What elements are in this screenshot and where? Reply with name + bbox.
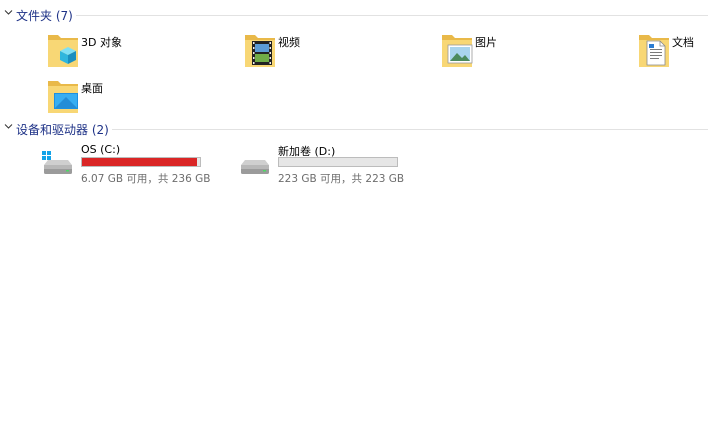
windows-drive-icon — [42, 151, 72, 174]
3d-objects-folder-icon — [48, 35, 78, 67]
drive-usage-bar — [81, 157, 201, 167]
hard-drive-icon — [241, 160, 269, 174]
drive-usage-fill — [82, 158, 197, 166]
group-divider — [76, 15, 708, 16]
drive-item-d[interactable]: 新加卷 (D:) 223 GB 可用，共 223 GB — [238, 143, 408, 187]
drive-free-space: 6.07 GB 可用，共 236 GB — [81, 173, 211, 185]
folder-item-3d-objects[interactable]: 3D 对象 — [46, 31, 196, 75]
drive-item-c[interactable]: OS (C:) 6.07 GB 可用，共 236 GB — [41, 143, 211, 187]
drive-free-space: 223 GB 可用，共 223 GB — [278, 173, 405, 185]
drives-group-header[interactable]: 设备和驱动器 (2) — [0, 120, 720, 138]
group-divider — [112, 129, 708, 130]
folder-label: 桌面 — [81, 82, 103, 95]
folder-label: 文档 — [672, 36, 694, 49]
folder-item-documents[interactable]: 文档 — [637, 31, 720, 75]
chevron-down-icon[interactable] — [4, 8, 13, 17]
folder-item-pictures[interactable]: 图片 — [440, 31, 590, 75]
drives-group-title: 设备和驱动器 (2) — [16, 123, 109, 137]
folder-label: 图片 — [475, 36, 497, 49]
folder-label: 视频 — [278, 36, 300, 49]
folder-item-desktop[interactable]: 桌面 — [46, 77, 196, 121]
pictures-folder-icon — [442, 35, 473, 67]
desktop-folder-icon — [48, 81, 78, 113]
drive-name: OS (C:) — [81, 143, 121, 156]
chevron-down-icon[interactable] — [4, 122, 13, 131]
file-explorer-content: 文件夹 (7) 3D 对象 视频 图片 文档 桌面 设备和驱动器 (2) OS … — [0, 0, 720, 446]
folder-item-videos[interactable]: 视频 — [243, 31, 393, 75]
drive-usage-bar — [278, 157, 398, 167]
folders-group-title: 文件夹 (7) — [16, 9, 73, 23]
folders-group-header[interactable]: 文件夹 (7) — [0, 6, 720, 24]
videos-folder-icon — [245, 35, 275, 67]
documents-folder-icon — [639, 35, 669, 67]
folder-label: 3D 对象 — [81, 36, 122, 49]
